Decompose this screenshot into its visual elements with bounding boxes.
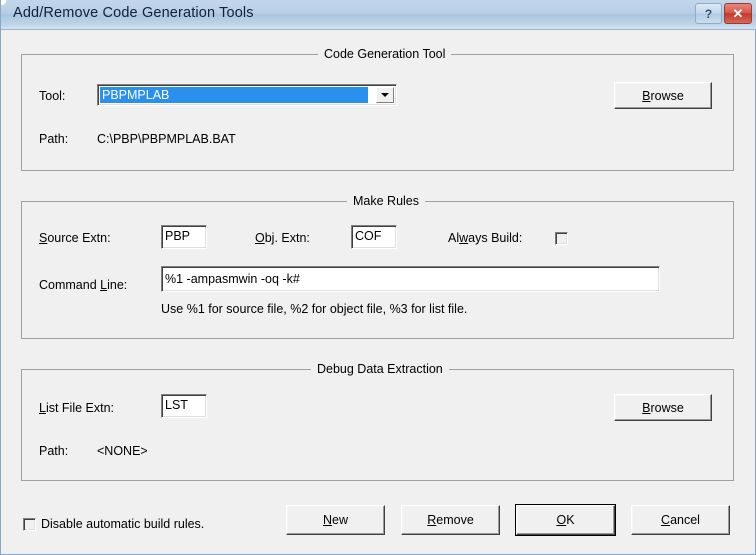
new-button[interactable]: New — [286, 505, 385, 535]
obj-extn-accel: O — [255, 231, 265, 245]
remove-label: emove — [436, 513, 474, 527]
command-line-hint: Use %1 for source file, %2 for object fi… — [161, 302, 467, 316]
help-button[interactable]: ? — [695, 3, 722, 24]
chevron-down-icon[interactable] — [376, 87, 394, 103]
always-build-label: Always Build: — [448, 231, 522, 245]
path-value-debug-data: <NONE> — [97, 444, 148, 458]
tool-label: Tool: — [39, 89, 65, 103]
path-label-debug-data: Path: — [39, 444, 68, 458]
command-line-input[interactable]: %1 -ampasmwin -oq -k# — [161, 266, 660, 292]
obj-extn-label: Obj. Extn: — [255, 231, 310, 245]
chevron-down-glyph — [381, 93, 389, 97]
cancel-button[interactable]: Cancel — [631, 505, 730, 535]
always-build-label-c: ays Build: — [468, 231, 522, 245]
browse-button-code-generation[interactable]: Browse — [614, 82, 712, 109]
cancel-label: ancel — [670, 513, 700, 527]
command-line-label-a: Command — [39, 278, 100, 292]
obj-extn-label-text: bj. Extn: — [265, 231, 310, 245]
disable-automatic-build-rules-checkbox[interactable] — [23, 518, 36, 531]
dialog-client-area: Code Generation Tool Tool: PBPMPLAB Brow… — [1, 30, 755, 553]
group-debug-data-extraction: Debug Data Extraction — [21, 369, 734, 481]
disable-automatic-build-rules-label: Disable automatic build rules. — [41, 517, 204, 531]
window-title: Add/Remove Code Generation Tools — [13, 5, 254, 21]
list-file-extn-label: List File Extn: — [39, 401, 114, 415]
path-value-code-generation: C:\PBP\PBPMPLAB.BAT — [97, 132, 236, 146]
new-accel: N — [323, 513, 332, 527]
browse-accel-1: B — [642, 89, 650, 103]
group-code-generation-tool: Code Generation Tool — [21, 54, 734, 171]
browse-accel-2: B — [642, 401, 650, 415]
source-extn-label-text: ource Extn: — [47, 231, 110, 245]
group-legend-code-generation-tool: Code Generation Tool — [318, 47, 451, 61]
path-label-code-generation: Path: — [39, 132, 68, 146]
ok-button[interactable]: OK — [516, 505, 615, 535]
remove-accel: R — [427, 513, 436, 527]
obj-extn-input[interactable]: COF — [351, 225, 397, 249]
source-extn-input[interactable]: PBP — [161, 225, 207, 249]
always-build-checkbox[interactable] — [555, 232, 568, 245]
titlebar-corner — [1, 0, 6, 5]
tool-combobox[interactable]: PBPMPLAB — [97, 84, 397, 106]
browse-label-2: rowse — [651, 401, 684, 415]
cancel-accel: C — [661, 513, 670, 527]
new-label: ew — [332, 513, 348, 527]
list-file-extn-label-text: ist File Extn: — [46, 401, 114, 415]
list-file-extn-accel: L — [39, 401, 46, 415]
browse-label-1: rowse — [651, 89, 684, 103]
close-button[interactable]: ✕ — [724, 3, 752, 24]
browse-button-debug-data[interactable]: Browse — [614, 394, 712, 421]
always-build-label-a: Al — [448, 231, 459, 245]
title-bar[interactable]: Add/Remove Code Generation Tools ? ✕ — [1, 0, 756, 30]
source-extn-label: Source Extn: — [39, 231, 111, 245]
group-legend-debug-data-extraction: Debug Data Extraction — [311, 362, 449, 376]
ok-accel: O — [556, 513, 566, 527]
list-file-extn-input[interactable]: LST — [161, 394, 207, 418]
group-legend-make-rules: Make Rules — [347, 194, 425, 208]
always-build-accel: w — [459, 231, 468, 245]
remove-button[interactable]: Remove — [401, 505, 500, 535]
command-line-label-c: ine: — [107, 278, 127, 292]
command-line-label: Command Line: — [39, 278, 127, 292]
dialog-window: Add/Remove Code Generation Tools ? ✕ Cod… — [0, 0, 756, 555]
ok-label: K — [566, 513, 574, 527]
tool-combobox-value: PBPMPLAB — [100, 87, 368, 103]
